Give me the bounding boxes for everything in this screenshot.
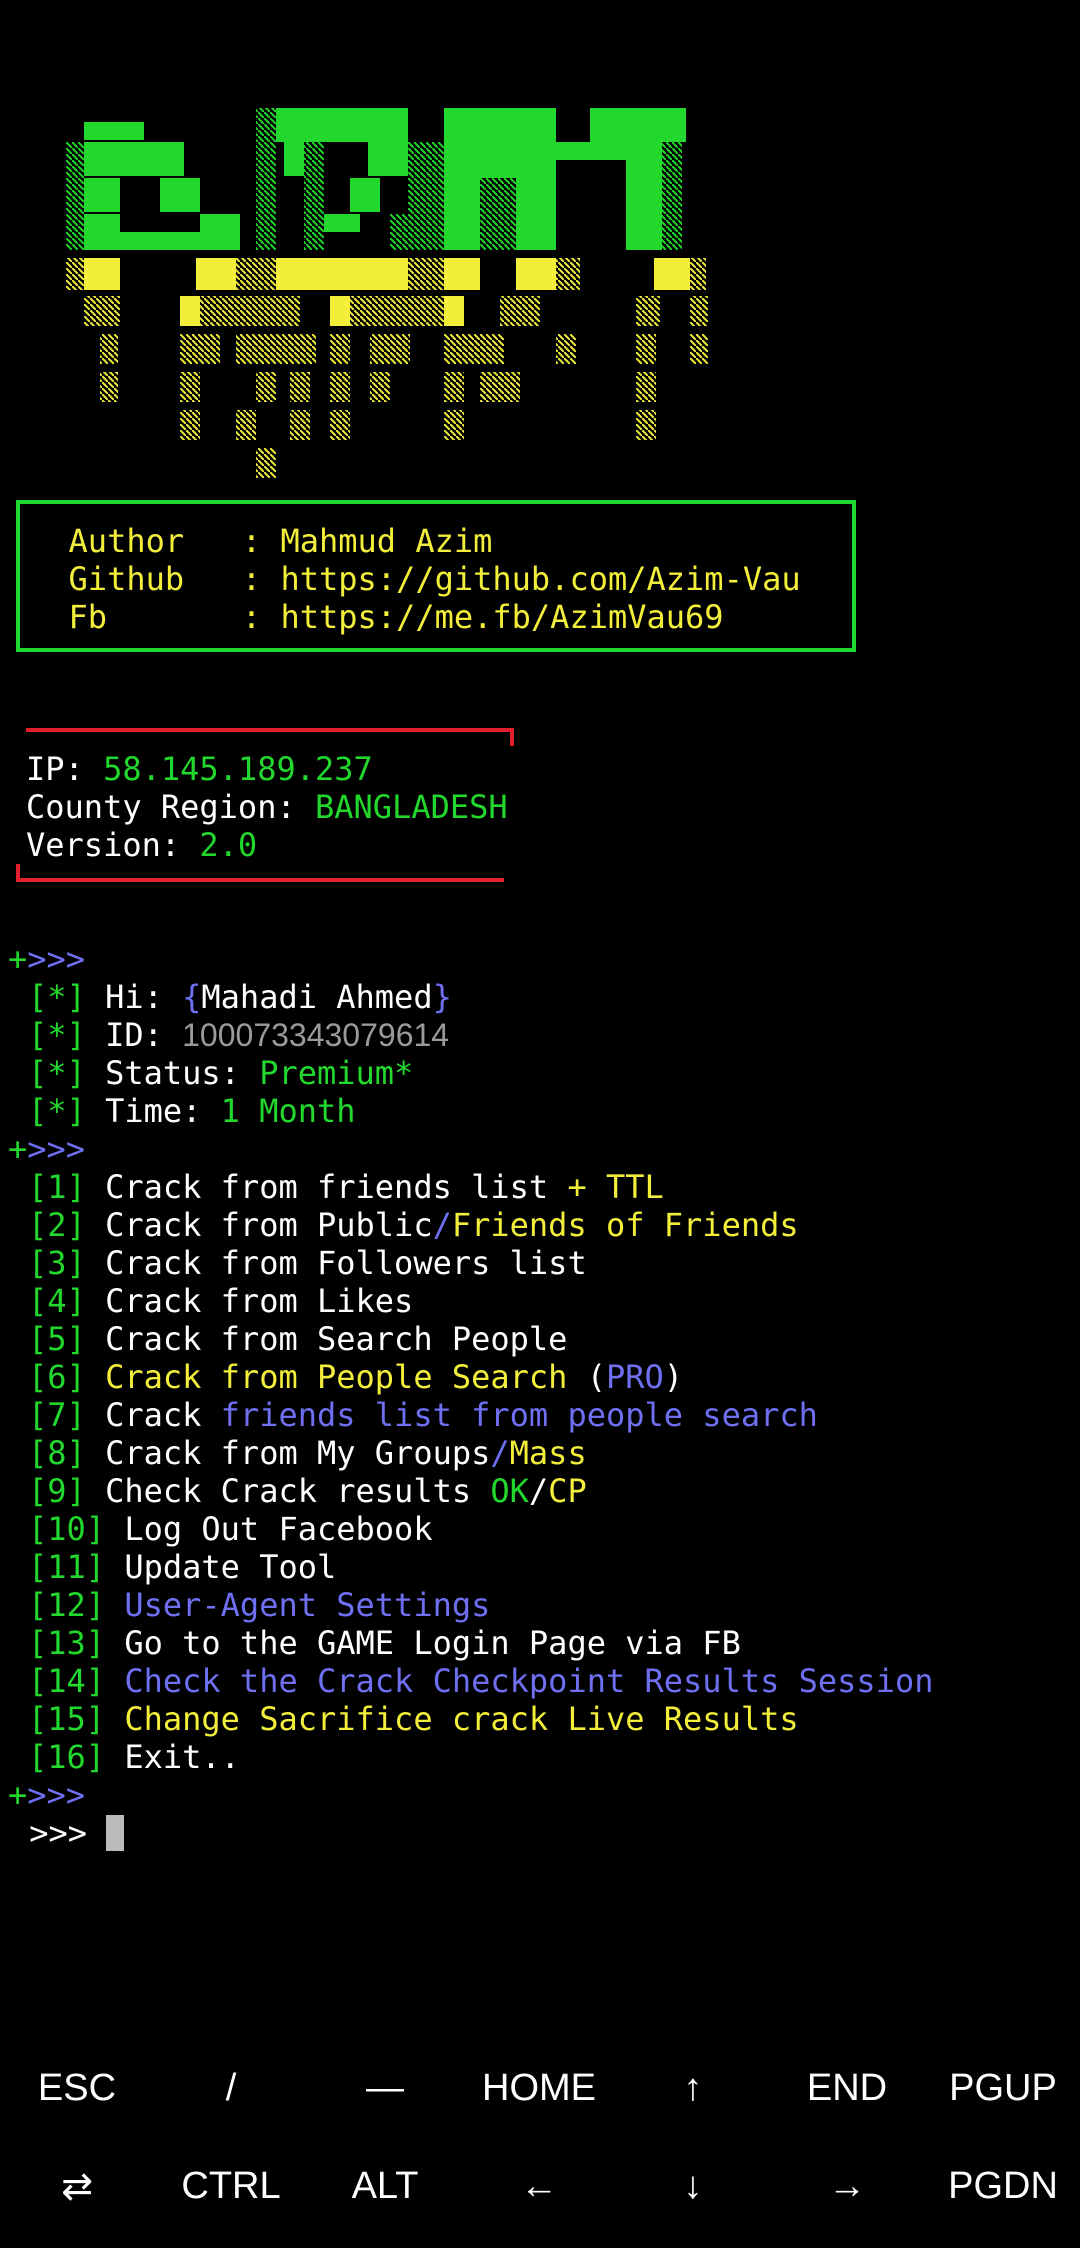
user-id: 100073343079614 [182, 1017, 450, 1053]
esc-key[interactable]: ESC [0, 2040, 154, 2136]
menu-item-13: [13] Go to the GAME Login Page via FB [28, 1624, 741, 1662]
menu-item-16: [16] Exit.. [28, 1738, 240, 1776]
menu-item-8: [8] Crack from My Groups/Mass [28, 1434, 587, 1472]
left-arrow-key[interactable]: ← [462, 2138, 616, 2234]
menu-item-10: [10] Log Out Facebook [28, 1510, 433, 1548]
github-line: Github : https://github.com/Azim-Vau [30, 560, 801, 598]
region-line: County Region: BANGLADESH [26, 788, 508, 826]
separator: +>>> [8, 1776, 86, 1814]
text-cursor [106, 1815, 125, 1851]
ip-value: 58.145.189.237 [103, 750, 373, 788]
fb-line: Fb : https://me.fb/AzimVau69 [30, 598, 724, 636]
menu-item-7: [7] Crack friends list from people searc… [28, 1396, 818, 1434]
red-frame-top [26, 728, 514, 732]
terminal-screen[interactable]: Author : Mahmud Azim Github : https://gi… [0, 0, 1080, 2020]
user-name: Mahadi Ahmed [201, 978, 433, 1016]
dash-key[interactable]: — [308, 2040, 462, 2136]
pgup-key[interactable]: PGUP [926, 2040, 1080, 2136]
menu-item-5: [5] Crack from Search People [28, 1320, 568, 1358]
region-value: BANGLADESH [314, 788, 508, 826]
user-name-line: [*] Hi: {Mahadi Ahmed} [28, 978, 452, 1016]
separator: +>>> [8, 1130, 86, 1168]
pgdn-key[interactable]: PGDN [926, 2138, 1080, 2234]
user-status-line: [*] Status: Premium* [28, 1054, 414, 1092]
ip-line: IP: 58.145.189.237 [26, 750, 373, 788]
menu-item-6: [6] Crack from People Search (PRO) [28, 1358, 684, 1396]
down-arrow-key[interactable]: ↓ [616, 2138, 770, 2234]
menu-item-4: [4] Crack from Likes [28, 1282, 414, 1320]
menu-item-3: [3] Crack from Followers list [28, 1244, 587, 1282]
tab-key[interactable]: ⇄ [0, 2138, 154, 2234]
end-key[interactable]: END [770, 2040, 924, 2136]
up-arrow-key[interactable]: ↑ [616, 2040, 770, 2136]
user-id-line: [*] ID: 100073343079614 [28, 1016, 450, 1054]
input-prompt[interactable]: >>> [10, 1814, 125, 1852]
menu-item-11: [11] Update Tool [28, 1548, 337, 1586]
slash-key[interactable]: / [154, 2040, 308, 2136]
menu-item-1: [1] Crack from friends list + TTL [28, 1168, 664, 1206]
user-time: 1 Month [220, 1092, 356, 1130]
version-line: Version: 2.0 [26, 826, 258, 864]
menu-item-9: [9] Check Crack results OK/CP [28, 1472, 587, 1510]
menu-item-15: [15] Change Sacrifice crack Live Results [28, 1700, 799, 1738]
menu-item-14: [14] Check the Crack Checkpoint Results … [28, 1662, 934, 1700]
azim-ascii-logo [66, 108, 708, 478]
user-status: Premium* [259, 1054, 414, 1092]
ctrl-key[interactable]: CTRL [154, 2138, 308, 2234]
alt-key[interactable]: ALT [308, 2138, 462, 2234]
menu-item-12: [12] User-Agent Settings [28, 1586, 491, 1624]
author-line: Author : Mahmud Azim [30, 522, 493, 560]
extra-keys-bar: ESC / — HOME ↑ END PGUP ⇄ CTRL ALT ← ↓ →… [0, 2040, 1080, 2248]
home-key[interactable]: HOME [462, 2040, 616, 2136]
menu-item-2: [2] Crack from Public/Friends of Friends [28, 1206, 799, 1244]
red-frame-corner [510, 728, 514, 746]
separator: +>>> [8, 940, 86, 978]
right-arrow-key[interactable]: → [770, 2138, 924, 2234]
red-frame-corner-bottom [16, 864, 20, 882]
red-frame-bottom [16, 878, 504, 882]
user-time-line: [*] Time: 1 Month [28, 1092, 356, 1130]
version-value: 2.0 [199, 826, 258, 864]
